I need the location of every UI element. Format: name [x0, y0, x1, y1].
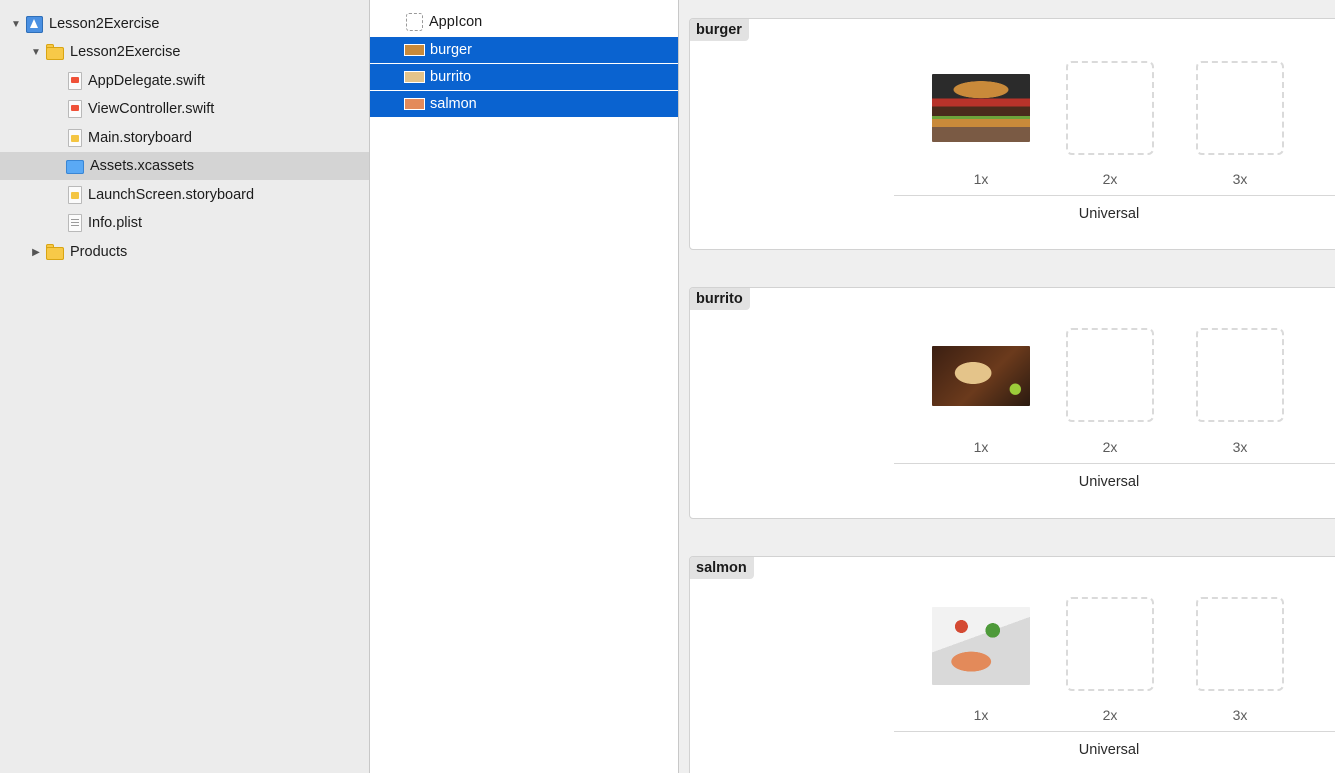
navigator-item-label: ViewController.swift: [88, 101, 215, 117]
folder-icon: [46, 243, 64, 260]
image-well-1x[interactable]: [932, 346, 1030, 406]
device-label: Universal: [1078, 474, 1140, 490]
navigator-item-label: Main.storyboard: [88, 130, 192, 146]
image-well-1x[interactable]: [932, 74, 1030, 142]
image-set-title: burger: [690, 19, 749, 41]
swift-file-icon: [68, 72, 82, 90]
plist-file-icon: [68, 214, 82, 232]
disclosure-triangle-icon[interactable]: ▶: [30, 246, 42, 258]
navigator-item-label: Assets.xcassets: [90, 158, 194, 174]
asset-catalog-icon: [66, 159, 84, 174]
scale-label-2x: 2x: [1102, 171, 1118, 187]
disclosure-triangle-icon[interactable]: ▼: [10, 18, 22, 30]
storyboard-file-icon: [68, 129, 82, 147]
navigator-item-label: Lesson2Exercise: [70, 44, 181, 60]
asset-item-salmon[interactable]: salmon: [370, 90, 678, 117]
image-thumbnail-icon: [404, 98, 425, 110]
navigator-item-products[interactable]: ▶ Products: [0, 238, 369, 266]
app-icon-placeholder-icon: [406, 13, 423, 31]
navigator-item-main-storyboard[interactable]: Main.storyboard: [0, 124, 369, 152]
navigator-item-group-folder[interactable]: ▼ Lesson2Exercise: [0, 38, 369, 66]
navigator-item-label: Products: [70, 244, 128, 260]
image-well-3x[interactable]: [1196, 597, 1284, 691]
navigator-item-viewcontroller[interactable]: ViewController.swift: [0, 95, 369, 123]
image-well-1x[interactable]: [932, 607, 1030, 685]
disclosure-triangle-icon[interactable]: ▼: [30, 46, 42, 58]
device-label: Universal: [1078, 742, 1140, 758]
asset-item-burrito[interactable]: burrito: [370, 63, 678, 90]
image-thumbnail-icon: [404, 71, 425, 83]
image-set-title: salmon: [690, 557, 754, 579]
image-well-3x[interactable]: [1196, 61, 1284, 155]
asset-item-label: burrito: [430, 69, 472, 85]
image-well-2x[interactable]: [1066, 328, 1154, 422]
navigator-item-project[interactable]: ▼ Lesson2Exercise: [0, 10, 369, 38]
asset-item-appicon[interactable]: AppIcon: [370, 9, 678, 35]
scale-label-3x: 3x: [1232, 439, 1248, 455]
navigator-item-info-plist[interactable]: Info.plist: [0, 209, 369, 237]
navigator-item-label: Info.plist: [88, 215, 142, 231]
divider: [894, 463, 1335, 464]
image-well-2x[interactable]: [1066, 61, 1154, 155]
navigator-item-label: AppDelegate.swift: [88, 73, 205, 89]
navigator-item-label: Lesson2Exercise: [49, 16, 160, 32]
asset-item-label: AppIcon: [429, 14, 483, 30]
asset-catalog-list: AppIcon burger burrito salmon: [370, 0, 679, 773]
storyboard-file-icon: [68, 186, 82, 204]
divider: [894, 731, 1335, 732]
asset-item-label: burger: [430, 42, 472, 58]
scale-label-1x: 1x: [973, 439, 989, 455]
folder-icon: [46, 43, 64, 60]
scale-label-3x: 3x: [1232, 171, 1248, 187]
image-thumbnail-icon: [404, 44, 425, 56]
image-well-2x[interactable]: [1066, 597, 1154, 691]
navigator-item-label: LaunchScreen.storyboard: [88, 187, 255, 203]
image-set-salmon[interactable]: salmon 1x 2x 3x Universal: [689, 556, 1335, 773]
navigator-item-launchscreen[interactable]: LaunchScreen.storyboard: [0, 181, 369, 209]
image-set-detail-pane: burger 1x 2x 3x Universal burrito 1x 2x …: [679, 0, 1335, 773]
image-well-3x[interactable]: [1196, 328, 1284, 422]
asset-item-burger[interactable]: burger: [370, 36, 678, 63]
scale-label-2x: 2x: [1102, 707, 1118, 723]
scale-label-2x: 2x: [1102, 439, 1118, 455]
scale-label-3x: 3x: [1232, 707, 1248, 723]
project-icon: [26, 15, 43, 33]
swift-file-icon: [68, 100, 82, 118]
scale-label-1x: 1x: [973, 171, 989, 187]
navigator-item-assets[interactable]: Assets.xcassets: [0, 152, 369, 180]
asset-item-label: salmon: [430, 96, 477, 112]
image-set-title: burrito: [690, 288, 750, 310]
project-navigator: ▼ Lesson2Exercise ▼ Lesson2Exercise AppD…: [0, 0, 370, 773]
divider: [894, 195, 1335, 196]
image-set-burrito[interactable]: burrito 1x 2x 3x Universal: [689, 287, 1335, 519]
navigator-item-appdelegate[interactable]: AppDelegate.swift: [0, 67, 369, 95]
scale-label-1x: 1x: [973, 707, 989, 723]
image-set-burger[interactable]: burger 1x 2x 3x Universal: [689, 18, 1335, 250]
xcode-window: ▼ Lesson2Exercise ▼ Lesson2Exercise AppD…: [0, 0, 1335, 773]
device-label: Universal: [1078, 206, 1140, 222]
